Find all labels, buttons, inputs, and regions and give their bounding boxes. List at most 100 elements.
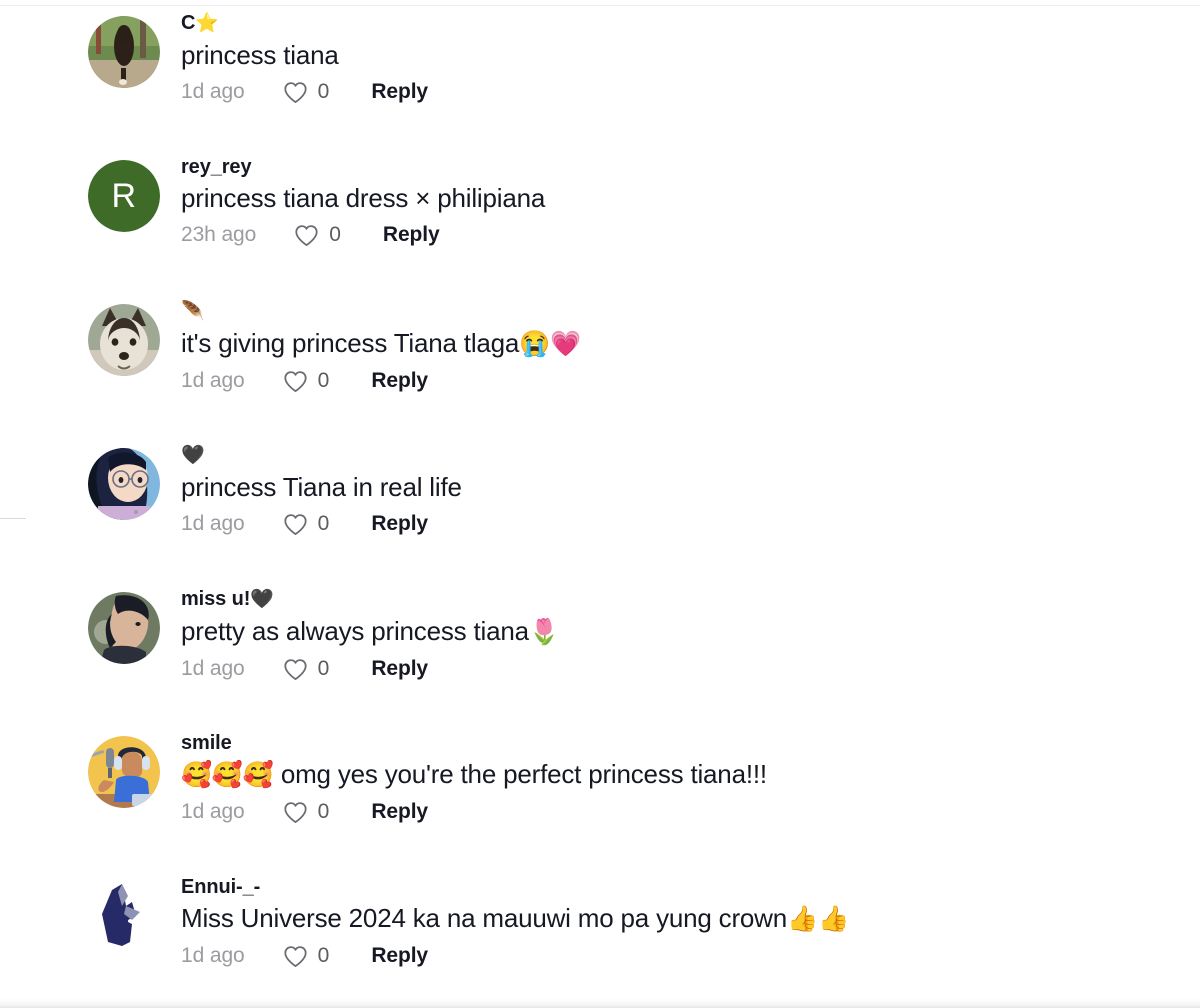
comment-body: Ennui-_- Miss Universe 2024 ka na mauuwi …: [181, 874, 1200, 970]
comment-text-emoji: 🌷: [528, 618, 560, 646]
avatar-anime-character-glasses[interactable]: [88, 448, 160, 520]
avatar-initial-letter: R: [88, 160, 160, 232]
comment-username[interactable]: 🪶: [181, 298, 1200, 325]
comment-item: Rrey_rey princess tiana dress × philipian…: [0, 154, 1200, 298]
reply-button[interactable]: Reply: [371, 942, 428, 970]
comment-meta-row: 1d ago 0 Reply: [181, 78, 1200, 106]
avatar-person-side-profile[interactable]: [88, 592, 160, 664]
heart-outline-icon[interactable]: [294, 224, 319, 247]
like-count: 0: [317, 512, 330, 535]
comment-meta-row: 1d ago 0 Reply: [181, 655, 1200, 683]
comment-username-text: smile: [181, 732, 232, 754]
comment-username[interactable]: rey_rey: [181, 154, 1200, 180]
avatar-wrap: [88, 736, 160, 808]
comment-body: smile 🥰🥰🥰 omg yes you're the perfect prin…: [181, 730, 1200, 826]
comment-meta-row: 1d ago 0 Reply: [181, 942, 1200, 970]
comment-text: Miss Universe 2024 ka na mauuwi mo pa yu…: [181, 901, 1200, 936]
like-count: 0: [329, 223, 341, 246]
comment-body: 🖤 princess Tiana in real life 1d ago 0 Reply: [181, 442, 1200, 538]
avatar-wrap: [88, 448, 160, 520]
like-group[interactable]: 0: [283, 78, 330, 106]
like-count: 0: [317, 657, 330, 680]
comment-list: C⭐ princess tiana 1d ago 0 Reply Rrey_reyprin…: [0, 10, 1200, 1004]
comment-body: C⭐ princess tiana 1d ago 0 Reply: [181, 10, 1200, 106]
comment-meta-row: 23h ago 0 Reply: [181, 221, 1200, 249]
comment-text: princess tiana dress × philipiana: [181, 181, 1200, 215]
comment-username-emoji: 🖤: [250, 589, 274, 610]
reply-button[interactable]: Reply: [371, 510, 428, 538]
reply-button[interactable]: Reply: [371, 655, 428, 683]
heart-outline-icon[interactable]: [283, 658, 308, 681]
avatar-navy-abstract-shape[interactable]: [88, 880, 160, 952]
comment-item: Ennui-_- Miss Universe 2024 ka na mauuwi …: [0, 874, 1200, 1004]
comment-text: it's giving princess Tiana tlaga😭💗: [181, 326, 1200, 361]
avatar-wrap: [88, 304, 160, 376]
avatar-podcaster-illustration[interactable]: [88, 736, 160, 808]
reply-button[interactable]: Reply: [371, 798, 428, 826]
comment-username[interactable]: 🖤: [181, 442, 1200, 469]
reply-button[interactable]: Reply: [383, 221, 440, 249]
like-count: 0: [317, 944, 330, 967]
comment-body: miss u!🖤 pretty as always princess tiana🌷…: [181, 586, 1200, 683]
comment-username-text: Ennui-_-: [181, 876, 261, 898]
like-group[interactable]: 0: [283, 367, 330, 395]
comment-text-emoji: 😭💗: [519, 330, 582, 358]
comment-body: rey_rey princess tiana dress × philipiana…: [181, 154, 1200, 249]
heart-outline-icon[interactable]: [283, 801, 308, 824]
comment-text: princess Tiana in real life: [181, 470, 1200, 504]
heart-outline-icon[interactable]: [283, 513, 308, 536]
avatar-wrap: [88, 16, 160, 88]
like-count: 0: [317, 369, 330, 392]
comment-username[interactable]: Ennui-_-: [181, 874, 1200, 900]
like-count: 0: [317, 80, 330, 103]
comment-meta-row: 1d ago 0 Reply: [181, 798, 1200, 826]
comment-username-emoji: ⭐: [195, 13, 219, 34]
comment-text-body: princess Tiana in real life: [181, 472, 462, 502]
comment-text-body: Miss Universe 2024 ka na mauuwi mo pa yu…: [181, 903, 788, 933]
avatar-wrap: R: [88, 160, 160, 232]
comment-item: C⭐ princess tiana 1d ago 0 Reply: [0, 10, 1200, 154]
comment-text-body: princess tiana dress × philipiana: [181, 183, 546, 213]
reply-button[interactable]: Reply: [371, 78, 428, 106]
avatar-wrap: [88, 592, 160, 664]
comment-text: princess tiana: [181, 38, 1200, 72]
heart-outline-icon[interactable]: [283, 945, 308, 968]
comment-timestamp: 1d ago: [181, 800, 245, 823]
comment-item: smile 🥰🥰🥰 omg yes you're the perfect prin…: [0, 730, 1200, 874]
like-group[interactable]: 0: [283, 510, 330, 538]
comment-item: 🪶 it's giving princess Tiana tlaga😭💗 1d ag…: [0, 298, 1200, 442]
comment-username[interactable]: miss u!🖤: [181, 586, 1200, 613]
comment-username-text: C: [181, 12, 196, 34]
comment-item: 🖤 princess Tiana in real life 1d ago 0 Reply: [0, 442, 1200, 586]
avatar-wrap: [88, 880, 160, 952]
comment-username-emoji: 🖤: [181, 445, 205, 466]
comment-text: pretty as always princess tiana🌷: [181, 614, 1200, 649]
comment-item: miss u!🖤 pretty as always princess tiana🌷…: [0, 586, 1200, 730]
comment-timestamp: 23h ago: [181, 223, 257, 246]
comment-username-emoji: 🪶: [181, 301, 205, 322]
avatar-initial-r[interactable]: R: [88, 160, 160, 232]
comment-username-text: rey_rey: [181, 156, 252, 178]
heart-outline-icon[interactable]: [283, 370, 308, 393]
comment-username-text: miss u!: [181, 588, 251, 610]
comment-meta-row: 1d ago 0 Reply: [181, 367, 1200, 395]
heart-outline-icon[interactable]: [283, 81, 308, 104]
like-group[interactable]: 0: [283, 798, 329, 826]
like-group[interactable]: 0: [283, 942, 330, 970]
comment-timestamp: 1d ago: [181, 512, 245, 535]
comment-text: 🥰🥰🥰 omg yes you're the perfect princess …: [181, 757, 1200, 792]
top-divider: [0, 5, 1200, 6]
comment-timestamp: 1d ago: [181, 80, 245, 103]
avatar-person-walking-path[interactable]: [88, 16, 160, 88]
comment-text-body: pretty as always princess tiana: [181, 616, 529, 646]
avatar-husky-dog[interactable]: [88, 304, 160, 376]
comment-username[interactable]: C⭐: [181, 10, 1200, 37]
like-group[interactable]: 0: [283, 655, 330, 683]
reply-button[interactable]: Reply: [371, 367, 428, 395]
like-group[interactable]: 0: [294, 221, 341, 249]
comment-text-body: it's giving princess Tiana tlaga: [181, 328, 520, 358]
comment-text-emoji: 🥰🥰🥰: [181, 761, 274, 789]
comment-body: 🪶 it's giving princess Tiana tlaga😭💗 1d ag…: [181, 298, 1200, 395]
comment-username[interactable]: smile: [181, 730, 1200, 756]
comment-text-body: princess tiana: [181, 40, 339, 70]
